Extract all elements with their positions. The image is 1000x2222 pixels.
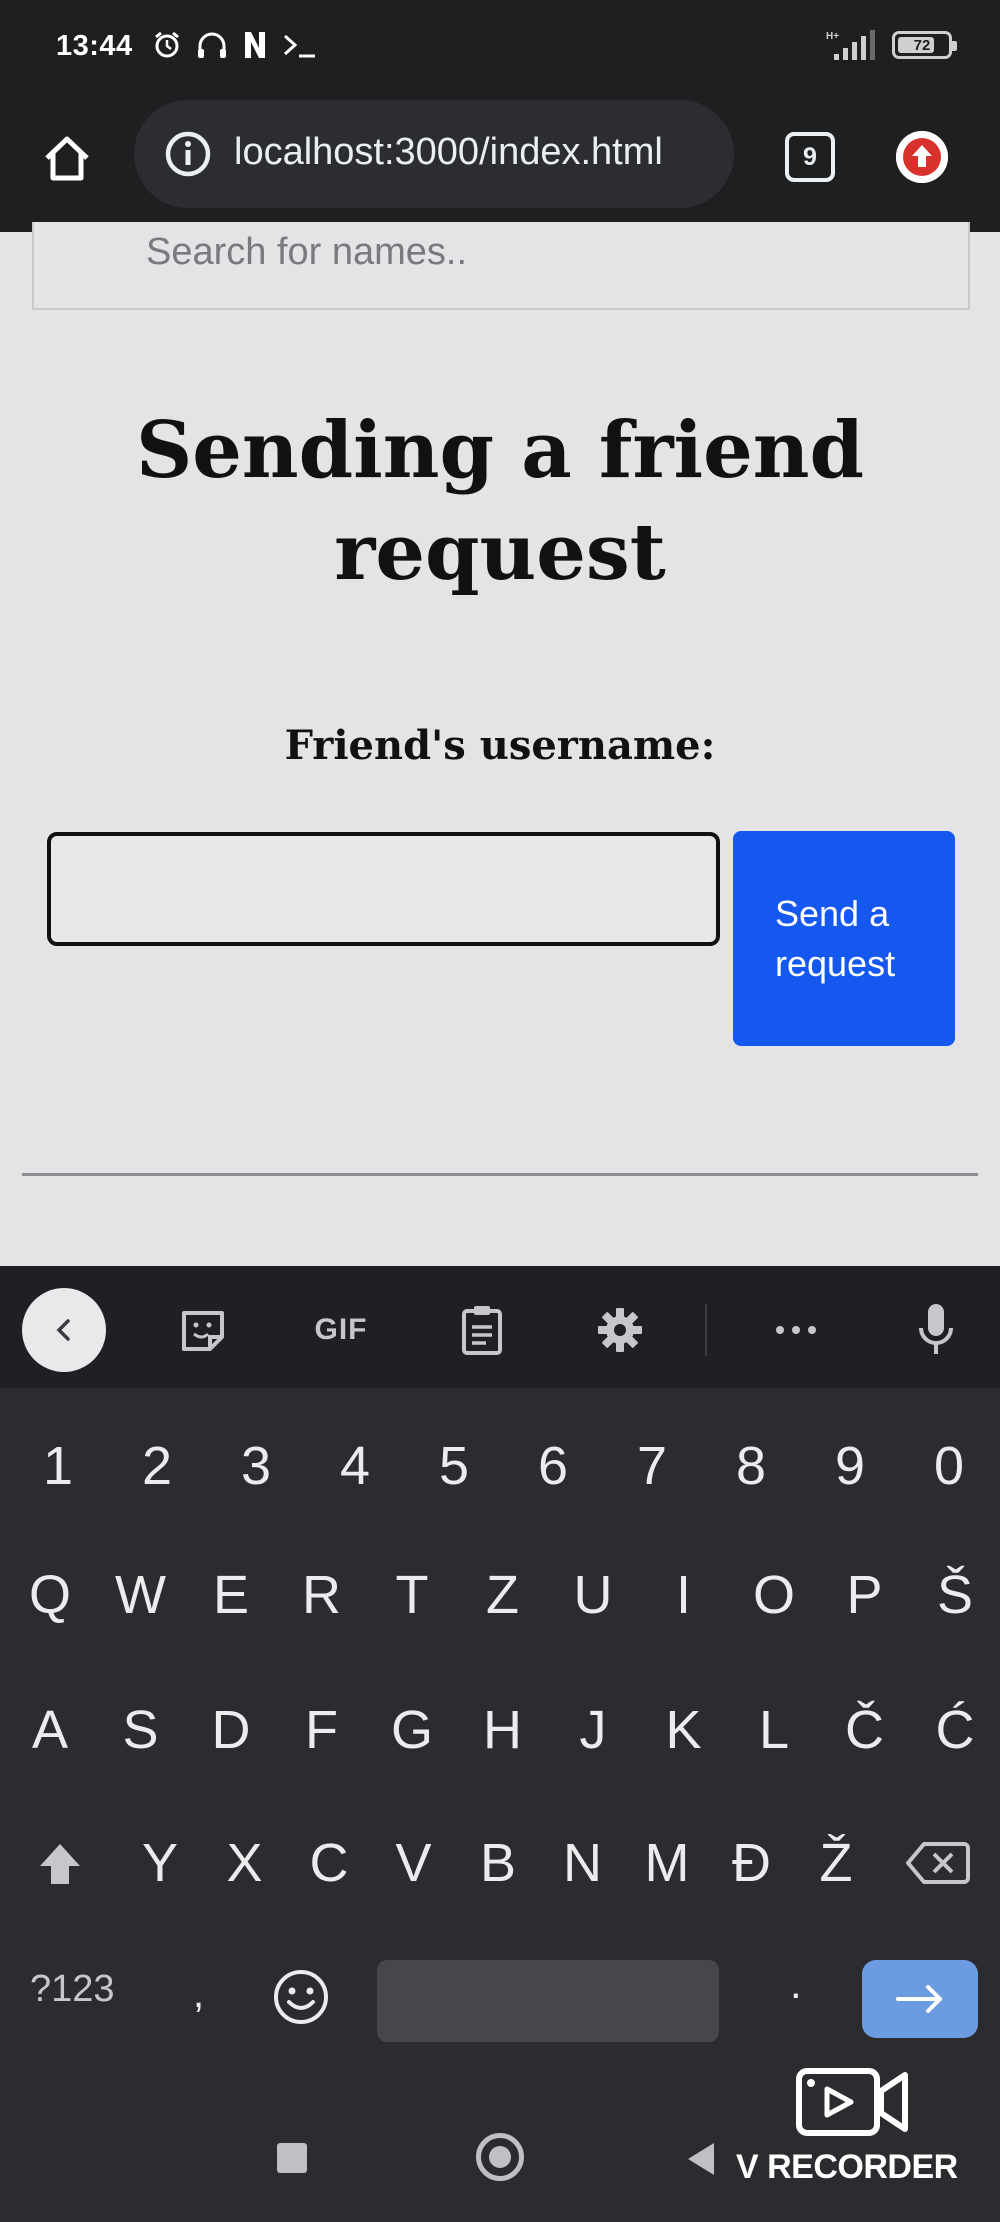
tabs-button[interactable]: 9 — [785, 132, 835, 182]
divider — [22, 1173, 978, 1176]
symbols-key[interactable]: ?123 — [30, 1968, 115, 2011]
search-input[interactable]: Search for names.. — [32, 222, 970, 310]
update-button[interactable] — [896, 131, 948, 183]
key-u[interactable]: U — [553, 1555, 633, 1635]
status-bar: 13:44 H+ 72 — [0, 0, 1000, 97]
key-h[interactable]: H — [463, 1690, 543, 1770]
battery-icon: 72 — [892, 31, 957, 59]
key-s[interactable]: S — [101, 1690, 181, 1770]
key-y[interactable]: Y — [120, 1823, 200, 1903]
key-k[interactable]: K — [644, 1690, 724, 1770]
key-z[interactable]: Z — [463, 1555, 543, 1635]
key-d[interactable]: D — [191, 1690, 271, 1770]
home-button[interactable] — [38, 129, 96, 187]
key-b[interactable]: B — [458, 1823, 538, 1903]
key-3[interactable]: 3 — [216, 1426, 296, 1506]
recents-button[interactable] — [277, 2143, 307, 2173]
shift-icon[interactable] — [34, 1838, 86, 1890]
keyboard-back-button[interactable] — [22, 1288, 106, 1372]
signal-icon: H+ — [826, 30, 875, 60]
key-q[interactable]: Q — [10, 1555, 90, 1635]
keyboard-toolbar: GIF — [0, 1266, 1000, 1388]
key-g[interactable]: G — [372, 1690, 452, 1770]
headphones-icon — [198, 32, 226, 58]
status-icons-left — [152, 30, 318, 60]
update-arrow-icon — [896, 131, 948, 183]
clipboard-button[interactable] — [454, 1302, 510, 1358]
chevron-left-icon — [56, 1319, 70, 1341]
sticker-icon — [182, 1311, 224, 1351]
key-l[interactable]: L — [734, 1690, 814, 1770]
key-m[interactable]: M — [627, 1823, 707, 1903]
period-key[interactable]: . — [790, 1960, 802, 2008]
sticker-button[interactable] — [175, 1302, 231, 1358]
recorder-watermark: V RECORDER — [736, 2148, 958, 2186]
key-p[interactable]: P — [825, 1555, 905, 1635]
key-7[interactable]: 7 — [612, 1426, 692, 1506]
friend-username-input[interactable] — [47, 832, 720, 946]
search-placeholder: Search for names.. — [146, 231, 468, 273]
key-9[interactable]: 9 — [810, 1426, 890, 1506]
page-title: Sending a friend request — [135, 405, 865, 598]
key-x[interactable]: X — [205, 1823, 285, 1903]
emoji-icon[interactable] — [272, 1968, 330, 2026]
key-r[interactable]: R — [282, 1555, 362, 1635]
key-i[interactable]: I — [644, 1555, 724, 1635]
friend-username-label: Friend's username: — [284, 722, 716, 769]
info-icon[interactable] — [164, 130, 212, 178]
key-ž[interactable]: Ž — [796, 1823, 876, 1903]
space-key[interactable] — [377, 1960, 719, 2042]
key-đ[interactable]: Đ — [712, 1823, 792, 1903]
voice-input-button[interactable] — [908, 1302, 964, 1358]
key-e[interactable]: E — [191, 1555, 271, 1635]
terminal-icon — [283, 34, 315, 58]
network-type: H+ — [826, 31, 839, 42]
key-5[interactable]: 5 — [414, 1426, 494, 1506]
home-nav-button[interactable] — [476, 2133, 524, 2181]
netflix-icon — [245, 32, 265, 58]
send-request-label: Send a request — [775, 892, 896, 984]
key-č[interactable]: Č — [825, 1690, 905, 1770]
gif-button[interactable]: GIF — [306, 1302, 376, 1358]
microphone-icon — [919, 1304, 953, 1354]
gear-icon — [598, 1308, 642, 1352]
key-8[interactable]: 8 — [711, 1426, 791, 1506]
key-j[interactable]: J — [553, 1690, 633, 1770]
key-n[interactable]: N — [543, 1823, 623, 1903]
address-bar[interactable]: localhost:3000/index.html — [134, 100, 734, 208]
comma-key[interactable]: , — [193, 1972, 204, 2017]
battery-level: 72 — [913, 36, 931, 54]
backspace-icon[interactable] — [906, 1840, 970, 1886]
status-icons-right: H+ 72 — [820, 28, 957, 62]
more-horizontal-icon — [776, 1326, 816, 1334]
key-t[interactable]: T — [372, 1555, 452, 1635]
key-v[interactable]: V — [374, 1823, 454, 1903]
home-icon — [45, 136, 89, 181]
key-o[interactable]: O — [734, 1555, 814, 1635]
recorder-camera-icon — [796, 2068, 908, 2136]
key-c[interactable]: C — [289, 1823, 369, 1903]
arrow-right-icon — [896, 1985, 942, 2013]
key-w[interactable]: W — [101, 1555, 181, 1635]
url-text[interactable]: localhost:3000/index.html — [234, 131, 724, 174]
browser-toolbar: localhost:3000/index.html 9 — [0, 97, 1000, 232]
settings-button[interactable] — [592, 1302, 648, 1358]
key-f[interactable]: F — [282, 1690, 362, 1770]
alarm-icon — [155, 31, 179, 58]
back-triangle-icon[interactable] — [684, 2141, 718, 2177]
key-0[interactable]: 0 — [909, 1426, 989, 1506]
send-request-button[interactable]: Send a request — [733, 831, 955, 1046]
gif-label: GIF — [314, 1313, 368, 1346]
key-a[interactable]: A — [10, 1690, 90, 1770]
key-6[interactable]: 6 — [513, 1426, 593, 1506]
more-options-button[interactable] — [768, 1302, 824, 1358]
clipboard-icon — [462, 1306, 502, 1355]
key-4[interactable]: 4 — [315, 1426, 395, 1506]
key-ć[interactable]: Ć — [915, 1690, 995, 1770]
key-š[interactable]: Š — [915, 1555, 995, 1635]
enter-key[interactable] — [862, 1960, 978, 2038]
status-time: 13:44 — [56, 30, 133, 62]
key-2[interactable]: 2 — [117, 1426, 197, 1506]
key-1[interactable]: 1 — [18, 1426, 98, 1506]
